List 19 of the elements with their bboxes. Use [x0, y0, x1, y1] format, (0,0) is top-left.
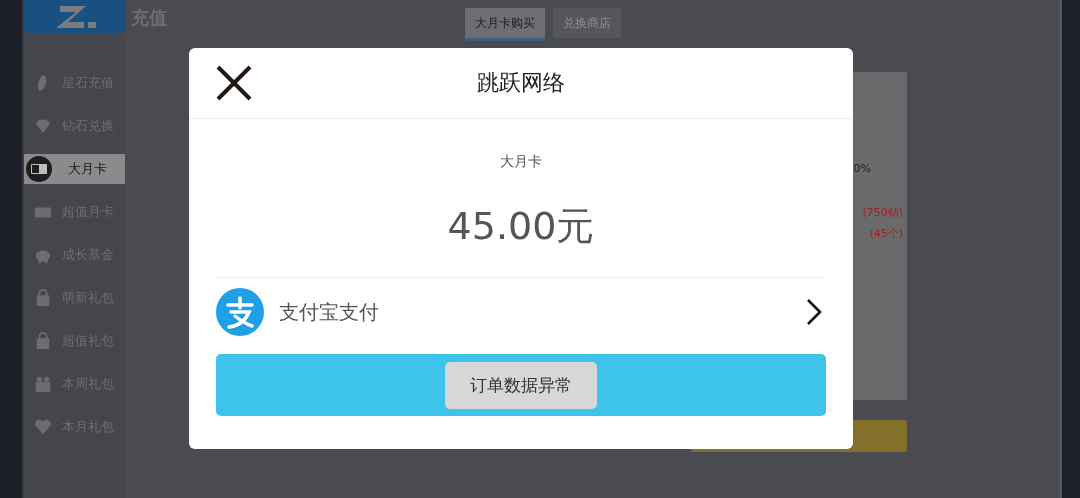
toast-message: 订单数据异常	[445, 362, 597, 409]
card-text: (45个)	[869, 226, 904, 241]
payment-method-row[interactable]: 支付宝支付	[216, 277, 826, 346]
bag-icon	[34, 289, 52, 307]
diamond-icon	[34, 117, 52, 135]
price: 45.00元	[447, 203, 595, 250]
card-text: (750钻)	[862, 205, 904, 220]
product-name: 大月卡	[500, 153, 542, 171]
card-text: 0%	[853, 162, 872, 175]
dialog-title: 跳跃网络	[477, 69, 565, 97]
bag-icon	[34, 332, 52, 350]
close-icon[interactable]	[216, 65, 252, 101]
alipay-icon	[216, 288, 264, 336]
card-icon	[26, 156, 52, 182]
heart-icon	[34, 418, 52, 436]
sidebar-item[interactable]: 大月卡	[24, 154, 125, 184]
tab[interactable]: 大月卡购买	[465, 8, 545, 41]
chevron-right-icon	[806, 298, 822, 326]
gift-icon	[34, 375, 52, 393]
